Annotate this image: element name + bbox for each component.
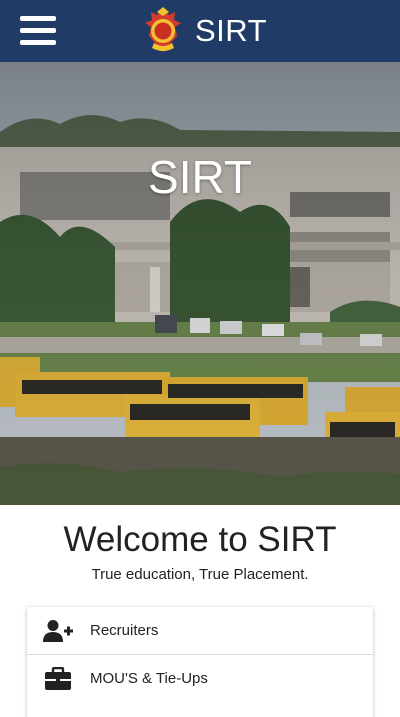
menu-item-label: Recruiters (90, 622, 159, 639)
menu-bar-line (20, 16, 56, 21)
menu-bar-line (20, 28, 56, 33)
app-title: SIRT (195, 13, 268, 48)
tagline: True education, True Placement. (91, 566, 309, 583)
app-bar: SIRT (0, 0, 400, 62)
menu-item-recruiters[interactable]: Recruiters (27, 607, 373, 654)
menu-item-mous-tie-ups[interactable]: MOU'S & Tie-Ups (27, 654, 373, 702)
menu-bar-line (20, 40, 56, 45)
hamburger-menu-icon[interactable] (20, 16, 56, 46)
briefcase-icon (43, 666, 73, 692)
user-plus-icon (43, 618, 73, 644)
welcome-heading: Welcome to SIRT (63, 520, 337, 559)
hero-banner: SIRT (0, 62, 400, 505)
sirt-crest-logo (145, 7, 181, 52)
menu-list: Recruiters MOU'S & Tie-Ups (27, 607, 373, 717)
menu-item-label: MOU'S & Tie-Ups (90, 670, 208, 687)
hero-title: SIRT (148, 151, 252, 203)
campus-photo (0, 62, 400, 505)
brand[interactable]: SIRT (141, 6, 267, 56)
